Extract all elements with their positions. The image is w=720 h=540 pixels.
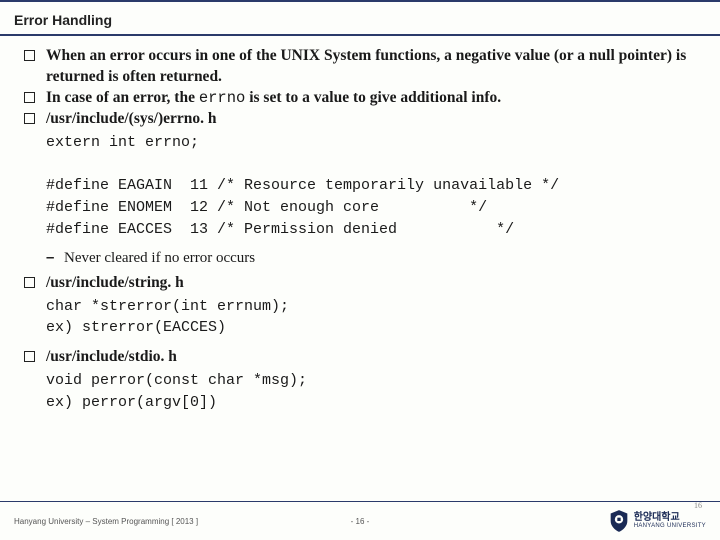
footer-page-number: - 16 -	[351, 517, 370, 526]
dash-text: Never cleared if no error occurs	[64, 250, 255, 266]
shield-icon	[609, 509, 629, 533]
bullet-text: /usr/include/string. h	[46, 274, 184, 291]
slide-title: Error Handling	[0, 2, 720, 36]
bullet-text: is set to a value to give additional inf…	[245, 89, 501, 106]
code-block: extern int errno; #define EAGAIN 11 /* R…	[20, 132, 704, 241]
code-block: void perror(const char *msg); ex) perror…	[20, 370, 704, 414]
logo-text: 한양대학교 HANYANG UNIVERSITY	[634, 513, 706, 530]
logo-korean: 한양대학교	[634, 513, 706, 524]
slide-content: When an error occurs in one of the UNIX …	[0, 36, 720, 414]
inline-code: errno	[199, 89, 246, 107]
bullet-item: In case of an error, the errno is set to…	[20, 88, 704, 109]
bullet-list: /usr/include/stdio. h	[20, 347, 704, 368]
code-block: char *strerror(int errnum); ex) strerror…	[20, 296, 704, 340]
bullet-text: /usr/include/stdio. h	[46, 348, 177, 365]
university-logo: 한양대학교 HANYANG UNIVERSITY	[609, 509, 706, 533]
logo-english: HANYANG UNIVERSITY	[634, 523, 706, 529]
bullet-list: /usr/include/string. h	[20, 273, 704, 294]
bullet-text: When an error occurs in one of the UNIX …	[46, 47, 686, 85]
bullet-item: When an error occurs in one of the UNIX …	[20, 46, 704, 88]
bullet-item: /usr/include/(sys/)errno. h	[20, 109, 704, 130]
bullet-list: When an error occurs in one of the UNIX …	[20, 46, 704, 130]
footer: Hanyang University – System Programming …	[0, 502, 720, 540]
bullet-text: /usr/include/(sys/)errno. h	[46, 110, 217, 127]
dash-item: Never cleared if no error occurs	[20, 248, 704, 268]
footer-left-text: Hanyang University – System Programming …	[14, 517, 198, 526]
bullet-item: /usr/include/string. h	[20, 273, 704, 294]
bullet-text: In case of an error, the	[46, 89, 199, 106]
bullet-item: /usr/include/stdio. h	[20, 347, 704, 368]
